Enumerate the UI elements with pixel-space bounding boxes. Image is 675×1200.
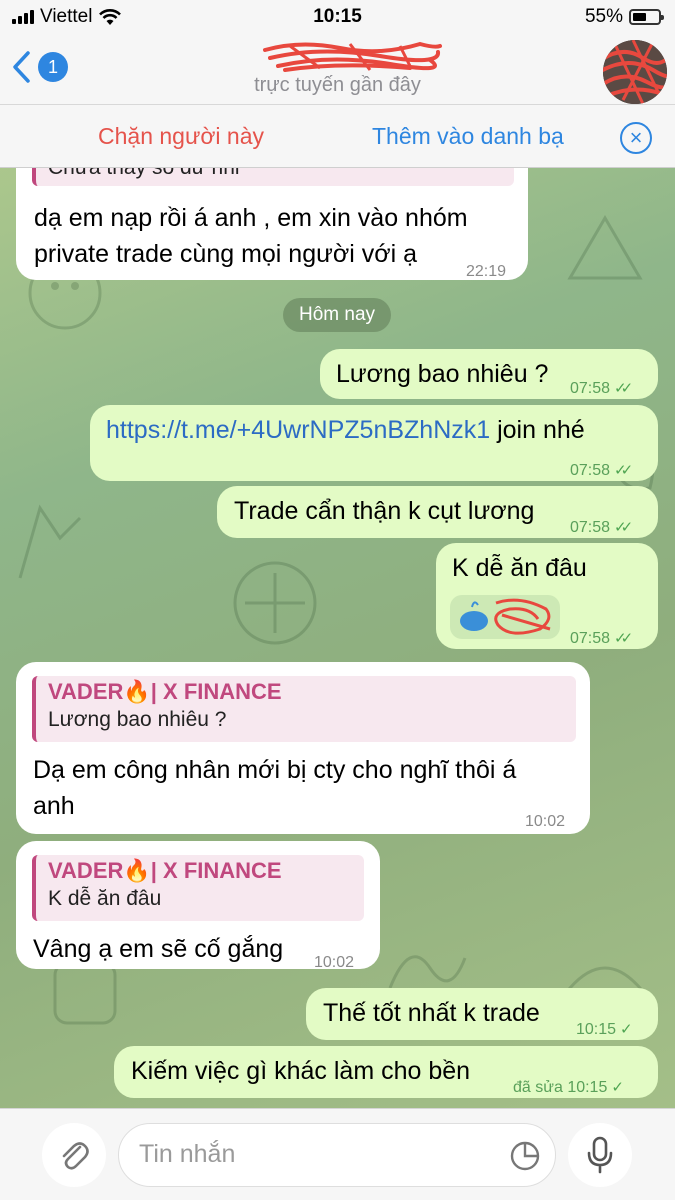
edited-label: đã sửa [513, 1079, 563, 1096]
message-text: Dạ em công nhân mới bị cty cho nghĩ thôi… [33, 752, 516, 824]
message-line: dạ em nạp rồi á anh , em xin vào nhóm [34, 204, 468, 232]
microphone-button[interactable] [568, 1123, 632, 1187]
message-link[interactable]: https://t.me/+4UwrNPZ5nBZhNzk1 [106, 416, 490, 444]
double-check-icon: ✓✓ [614, 380, 633, 397]
message-bubble[interactable]: Thế tốt nhất k trade 10:15 ✓ [306, 988, 658, 1040]
double-check-icon: ✓✓ [614, 462, 633, 479]
sticker-icon[interactable] [509, 1140, 541, 1172]
contact-status: trực tuyến gần đây [254, 74, 421, 96]
time-text: 07:58 [570, 380, 611, 397]
message-text-suffix: join nhé [490, 416, 585, 444]
time-text: 07:58 [570, 519, 611, 536]
microphone-icon [587, 1136, 613, 1174]
message-text: Thế tốt nhất k trade [323, 999, 540, 1027]
status-right: 55% [584, 6, 664, 28]
redacted-avatar [603, 40, 667, 104]
reply-text: Lương bao nhiêu ? [48, 708, 227, 731]
double-check-icon: ✓✓ [614, 630, 633, 647]
message-time: 10:02 [525, 813, 566, 830]
battery-icon [629, 9, 664, 25]
battery-percent: 55% [584, 6, 623, 27]
time-text: 07:58 [570, 630, 611, 647]
time-text: 10:15 [576, 1021, 617, 1038]
reply-author: VADER🔥| X FINANCE [48, 679, 282, 704]
message-time: đã sửa 10:15 ✓ [513, 1070, 624, 1106]
message-time: 07:58 ✓✓ [570, 621, 633, 657]
message-line: private trade cùng mọi người với ạ [34, 240, 418, 268]
add-contact-button[interactable]: Thêm vào danh bạ [372, 123, 564, 150]
message-line: Dạ em công nhân mới bị cty cho nghĩ thôi… [33, 756, 517, 784]
reply-text: K dễ ăn đâu [48, 887, 162, 910]
close-circle-icon[interactable]: × [620, 122, 652, 154]
message-text: Trade cẩn thận k cụt lương [234, 497, 535, 525]
reply-preview[interactable]: VADER🔥| X FINANCE Lương bao nhiêu ? [32, 676, 576, 742]
block-user-button[interactable]: Chặn người này [98, 123, 264, 150]
message-time: 07:58 ✓✓ [570, 453, 633, 489]
avatar[interactable] [603, 40, 667, 104]
message-text: dạ em nạp rồi á anh , em xin vào nhóm pr… [34, 200, 468, 272]
message-bubble[interactable]: K dễ ăn đâu 07:58 ✓✓ [436, 543, 658, 649]
contact-action-bar: Chặn người này Thêm vào danh bạ × [0, 104, 675, 168]
message-bubble[interactable]: Kiếm việc gì khác làm cho bền đã sửa 10:… [114, 1046, 658, 1098]
message-time: 10:02 [314, 954, 355, 971]
time-text: 07:58 [570, 462, 611, 479]
message-time: 07:58 ✓✓ [570, 510, 633, 546]
reply-author: VADER🔥| X FINANCE [48, 858, 282, 883]
attach-button[interactable] [42, 1123, 106, 1187]
message-list: Chưa thấy số dư nhỉ dạ em nạp rồi á anh … [0, 168, 675, 1108]
reply-preview[interactable]: Chưa thấy số dư nhỉ [32, 168, 514, 186]
message-time: 10:15 ✓ [576, 1012, 633, 1048]
message-text: Vâng ạ em sẽ cố gắng [33, 935, 284, 963]
message-text: Lương bao nhiêu ? [336, 360, 549, 388]
whale-icon [460, 598, 551, 635]
composer-bar: Tin nhắn [0, 1108, 675, 1200]
message-bubble[interactable]: VADER🔥| X FINANCE Lương bao nhiêu ? Dạ e… [16, 662, 590, 834]
message-input-placeholder: Tin nhắn [139, 1140, 236, 1168]
time-text: 10:15 [567, 1079, 608, 1096]
message-bubble[interactable]: VADER🔥| X FINANCE K dễ ăn đâu Vâng ạ em … [16, 841, 380, 971]
message-bubble[interactable]: https://t.me/+4UwrNPZ5nBZhNzk1 join nhé … [90, 405, 658, 481]
chat-header: 1 trực tuyến gần đây [0, 36, 675, 104]
message-text: Kiếm việc gì khác làm cho bền [131, 1057, 471, 1085]
redacted-contact-name [263, 41, 442, 72]
message-bubble[interactable]: Trade cẩn thận k cụt lương 07:58 ✓✓ [217, 486, 658, 538]
message-bubble[interactable]: Chưa thấy số dư nhỉ dạ em nạp rồi á anh … [16, 168, 528, 280]
message-text: K dễ ăn đâu [452, 554, 587, 582]
status-time: 10:15 [313, 6, 362, 27]
message-input[interactable]: Tin nhắn [118, 1123, 556, 1187]
reply-text: Chưa thấy số dư nhỉ [48, 168, 514, 182]
double-check-icon: ✓✓ [614, 519, 633, 536]
reply-preview[interactable]: VADER🔥| X FINANCE K dễ ăn đâu [32, 855, 364, 921]
single-check-icon: ✓ [620, 1021, 633, 1038]
date-separator: Hôm nay [283, 298, 391, 332]
message-text: https://t.me/+4UwrNPZ5nBZhNzk1 join nhé [106, 412, 585, 448]
message-line: anh [33, 792, 75, 820]
message-time: 07:58 ✓✓ [570, 371, 633, 407]
message-time: 22:19 [466, 263, 507, 280]
paperclip-icon [62, 1142, 89, 1170]
status-bar: Viettel 10:15 55% [0, 0, 675, 36]
redacted-emoji-row [450, 595, 560, 639]
message-bubble[interactable]: Lương bao nhiêu ? 07:58 ✓✓ [320, 349, 658, 399]
single-check-icon: ✓ [611, 1079, 624, 1096]
